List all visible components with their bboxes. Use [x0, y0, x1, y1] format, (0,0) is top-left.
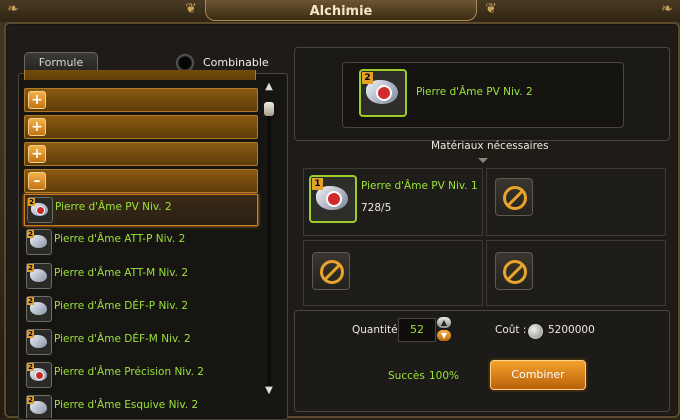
cost-label: Coût :	[495, 324, 527, 336]
recipe-item-label: Pierre d'Âme PV Niv. 2	[55, 201, 172, 213]
soul-stone-icon: 2	[26, 296, 52, 322]
material-level-badge: 1	[312, 178, 323, 190]
expand-plus-icon[interactable]: +	[28, 91, 46, 109]
recipe-item-label: Pierre d'Âme Esquive Niv. 2	[54, 399, 199, 411]
material-soul-stone-icon[interactable]: 1	[309, 175, 357, 223]
soul-stone-icon: 2	[27, 197, 53, 223]
result-level-badge: 2	[362, 72, 373, 84]
title-ornament-left-icon: ❧	[7, 1, 19, 17]
material-item-name: Pierre d'Âme PV Niv. 1	[361, 180, 478, 192]
recipe-item-label: Pierre d'Âme DÉF-M Niv. 2	[54, 333, 191, 345]
recipe-item[interactable]: 2 Pierre d'Âme PV Niv. 2	[24, 194, 258, 226]
title-ornament-right-icon: ❧	[661, 1, 673, 17]
recipe-list-scrollbar[interactable]: ▲ ▼	[262, 80, 276, 400]
expand-plus-icon[interactable]: +	[28, 145, 46, 163]
soul-stone-icon: 2	[26, 395, 52, 418]
empty-slot-forbidden-icon	[495, 252, 533, 290]
scroll-down-arrow-icon[interactable]: ▼	[262, 386, 276, 396]
material-item-count: 728/5	[361, 202, 392, 214]
category-row[interactable]: +	[24, 142, 258, 166]
craft-panel	[294, 310, 670, 412]
recipe-item-label: Pierre d'Âme Précision Niv. 2	[54, 366, 204, 378]
cost-value: 5200000	[548, 324, 595, 336]
recipe-item[interactable]: 2 Pierre d'Âme DÉF-M Niv. 2	[24, 327, 256, 357]
category-row[interactable]: +	[24, 115, 258, 139]
category-row-partial[interactable]	[24, 70, 256, 80]
soul-stone-icon: 2	[26, 362, 52, 388]
recipe-item[interactable]: 2 Pierre d'Âme Précision Niv. 2	[24, 360, 256, 390]
quantity-input[interactable]: 52	[398, 318, 436, 342]
combinable-label: Combinable	[203, 56, 269, 69]
recipe-item-label: Pierre d'Âme DÉF-P Niv. 2	[54, 300, 188, 312]
scroll-thumb[interactable]	[264, 102, 274, 116]
title-plate: Alchimie	[205, 0, 477, 21]
scroll-track[interactable]	[267, 104, 271, 386]
empty-slot-forbidden-icon	[312, 252, 350, 290]
category-row[interactable]: +	[24, 88, 258, 112]
category-row-expanded[interactable]: –	[24, 169, 258, 193]
title-ornament-icon: ❦	[185, 1, 197, 17]
recipe-item-label: Pierre d'Âme ATT-M Niv. 2	[54, 267, 189, 279]
result-soul-stone-icon[interactable]: 2	[359, 69, 407, 117]
tab-formule-label: Formule	[38, 56, 84, 69]
scroll-up-arrow-icon[interactable]: ▲	[262, 82, 276, 92]
recipe-item[interactable]: 2 Pierre d'Âme Esquive Niv. 2	[24, 393, 256, 418]
kamas-coin-icon	[528, 324, 543, 339]
window-title: Alchimie	[309, 4, 373, 19]
collapse-minus-icon[interactable]: –	[28, 172, 46, 190]
quantity-increase-icon[interactable]: ▲	[437, 317, 451, 328]
materials-header: Matériaux nécessaires	[431, 140, 549, 152]
materials-arrow-icon	[478, 158, 488, 163]
recipe-item[interactable]: 2 Pierre d'Âme ATT-M Niv. 2	[24, 261, 256, 291]
empty-slot-forbidden-icon	[495, 178, 533, 216]
success-value: 100%	[429, 370, 460, 382]
expand-plus-icon[interactable]: +	[28, 118, 46, 136]
soul-stone-icon: 2	[26, 263, 52, 289]
combine-button[interactable]: Combiner	[490, 360, 586, 390]
title-bar: ❧ ❦ Alchimie ❦ ❧	[0, 0, 680, 22]
quantity-decrease-icon[interactable]: ▼	[437, 330, 451, 341]
success-label: Succès	[388, 370, 425, 382]
title-ornament-icon: ❦	[485, 1, 497, 17]
recipe-item[interactable]: 2 Pierre d'Âme DÉF-P Niv. 2	[24, 294, 256, 324]
recipe-item[interactable]: 2 Pierre d'Âme ATT-P Niv. 2	[24, 227, 256, 257]
result-item-name: Pierre d'Âme PV Niv. 2	[416, 86, 533, 98]
soul-stone-icon: 2	[26, 229, 52, 255]
recipe-item-label: Pierre d'Âme ATT-P Niv. 2	[54, 233, 186, 245]
quantity-label: Quantité	[352, 324, 398, 336]
soul-stone-icon: 2	[26, 329, 52, 355]
